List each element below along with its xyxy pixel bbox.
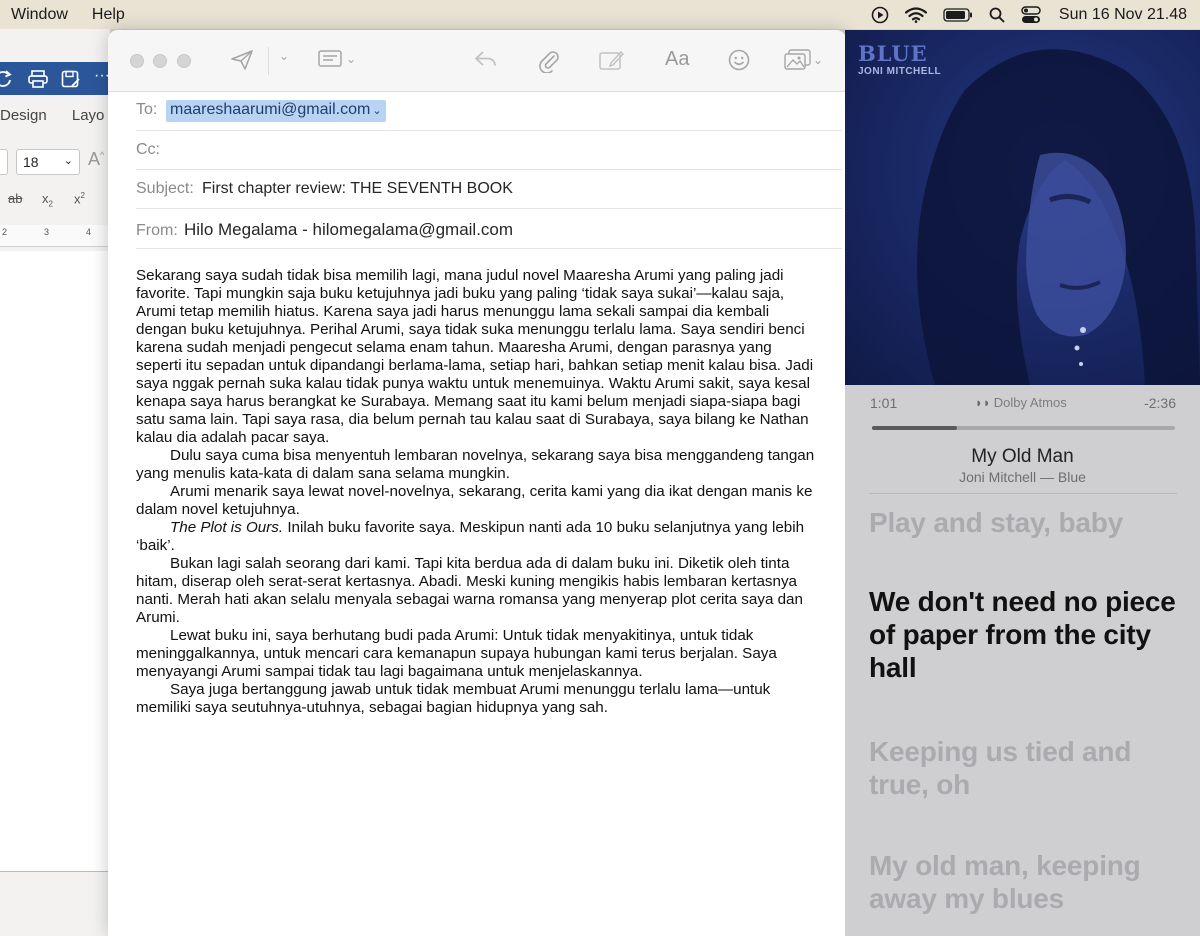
body-paragraph: Dulu saya cuma bisa menyentuh lembaran n… bbox=[136, 447, 815, 482]
save-icon[interactable] bbox=[61, 70, 81, 93]
emoji-icon[interactable] bbox=[728, 49, 750, 71]
lyric-line[interactable]: My old man, keeping away my blues bbox=[869, 849, 1179, 915]
ruler: 2 3 4 bbox=[0, 225, 110, 247]
chevron-down-icon: ⌄ bbox=[63, 155, 73, 167]
dolby-atmos-badge: ◗◗ Dolby Atmos bbox=[975, 395, 1067, 410]
font-size-value: 18 bbox=[23, 154, 39, 170]
search-icon[interactable] bbox=[989, 7, 1005, 23]
song-artist-album[interactable]: Joni Mitchell — Blue bbox=[845, 469, 1200, 485]
play-circle-icon[interactable] bbox=[871, 6, 889, 24]
menu-help[interactable]: Help bbox=[92, 6, 125, 24]
subscript-icon[interactable]: x2 bbox=[42, 191, 53, 209]
music-now-playing-panel: BLUE JONI MITCHELL 1:01 ◗◗ Dolby Atmos -2… bbox=[845, 30, 1200, 936]
to-field-row[interactable]: To: maareshaarumi@gmail.com ⌄ bbox=[136, 92, 842, 131]
strikethrough-icon[interactable]: ab bbox=[8, 191, 22, 206]
to-label: To: bbox=[136, 101, 158, 118]
menubar-clock[interactable]: Sun 16 Nov 21.48 bbox=[1059, 6, 1187, 24]
reply-icon[interactable] bbox=[474, 49, 498, 69]
lyric-line[interactable]: Play and stay, baby bbox=[869, 506, 1179, 539]
minimize-window-button[interactable] bbox=[153, 54, 167, 68]
body-paragraph: Saya juga bertanggung jawab untuk tidak … bbox=[136, 681, 771, 716]
playback-scrubber[interactable] bbox=[872, 426, 1175, 430]
album-cover-artist: JONI MITCHELL bbox=[858, 66, 942, 77]
playback-progress-fill bbox=[872, 426, 957, 430]
body-paragraph: Bukan lagi salah seorang dari kami. Tapi… bbox=[136, 555, 803, 626]
photo-browser-icon[interactable]: ⌄ bbox=[784, 49, 823, 71]
battery-icon[interactable] bbox=[943, 7, 973, 22]
ruler-mark: 4 bbox=[86, 227, 92, 237]
font-size-select[interactable]: 18 ⌄ bbox=[16, 149, 80, 175]
tab-design[interactable]: Design bbox=[0, 107, 47, 124]
chevron-down-icon[interactable]: ⌄ bbox=[279, 49, 289, 63]
recipient-address: maareshaarumi@gmail.com bbox=[170, 101, 371, 118]
document-page[interactable] bbox=[0, 251, 110, 871]
lyric-line-current[interactable]: We don't need no piece of paper from the… bbox=[869, 585, 1179, 684]
word-window: ··· Design Layo 18 ⌄ A^ ab x2 x2 2 3 4 bbox=[0, 29, 110, 936]
ruler-mark: 2 bbox=[2, 227, 8, 237]
tab-layout[interactable]: Layo bbox=[72, 107, 105, 124]
recipient-token[interactable]: maareshaarumi@gmail.com ⌄ bbox=[166, 100, 386, 122]
wifi-icon[interactable] bbox=[904, 6, 927, 23]
album-artwork[interactable]: BLUE JONI MITCHELL bbox=[845, 30, 1200, 385]
body-paragraph: The Plot is Ours. Inilah buku favorite s… bbox=[136, 519, 820, 555]
markup-icon[interactable] bbox=[599, 49, 625, 71]
font-name-select[interactable] bbox=[0, 149, 8, 175]
divider bbox=[869, 493, 1177, 494]
grow-font-icon[interactable]: A^ bbox=[88, 149, 104, 170]
body-paragraph: Arumi menarik saya lewat novel-novelnya,… bbox=[136, 483, 813, 518]
album-portrait-image bbox=[917, 49, 1200, 385]
mail-compose-window: ⌄ ⌄ Aa ⌄ To: maareshaarumi@gmail.com ⌄ Cc… bbox=[108, 30, 846, 936]
song-title[interactable]: My Old Man bbox=[845, 446, 1200, 468]
print-icon[interactable] bbox=[28, 70, 48, 93]
album-cover-title: BLUE bbox=[858, 41, 928, 66]
send-icon[interactable] bbox=[230, 49, 254, 71]
header-fields-icon[interactable]: ⌄ bbox=[318, 49, 356, 69]
chevron-down-icon[interactable]: ⌄ bbox=[372, 105, 381, 117]
format-text-icon[interactable]: Aa bbox=[665, 48, 689, 71]
book-title-emphasis: The Plot is Ours. bbox=[170, 519, 284, 536]
superscript-icon[interactable]: x2 bbox=[74, 191, 85, 206]
from-field-row[interactable]: From: Hilo Megalama - hilomegalama@gmail… bbox=[136, 209, 842, 249]
menu-bar: Window Help Sun 16 Nov 21.48 bbox=[0, 0, 1200, 29]
word-ribbon-tabs: Design Layo bbox=[0, 107, 110, 124]
close-window-button[interactable] bbox=[130, 54, 144, 68]
cc-label: Cc: bbox=[136, 141, 160, 158]
mail-toolbar: ⌄ ⌄ Aa ⌄ bbox=[108, 30, 846, 92]
page-break bbox=[0, 871, 110, 872]
elapsed-time: 1:01 bbox=[870, 395, 898, 411]
toolbar-divider bbox=[268, 47, 269, 75]
status-area: Sun 16 Nov 21.48 bbox=[855, 0, 1200, 29]
dolby-icon: ◗◗ bbox=[975, 395, 991, 410]
control-center-icon[interactable] bbox=[1021, 5, 1041, 24]
subject-label: Subject: bbox=[136, 180, 194, 197]
attachment-icon[interactable] bbox=[538, 49, 560, 73]
remaining-time: -2:36 bbox=[1144, 395, 1176, 411]
from-label: From: bbox=[136, 222, 178, 239]
subject-field-row[interactable]: Subject: First chapter review: THE SEVEN… bbox=[136, 170, 842, 209]
body-paragraph: Sekarang saya sudah tidak bisa memilih l… bbox=[136, 267, 814, 446]
dolby-atmos-label: Dolby Atmos bbox=[993, 395, 1067, 410]
menu-window[interactable]: Window bbox=[11, 6, 68, 24]
redo-icon[interactable] bbox=[0, 70, 14, 93]
from-select[interactable]: Hilo Megalama - hilomegalama@gmail.com bbox=[184, 220, 513, 240]
cc-field-row[interactable]: Cc: bbox=[136, 131, 842, 170]
subject-input[interactable]: First chapter review: THE SEVENTH BOOK bbox=[202, 180, 513, 198]
word-quick-access-bar: ··· bbox=[0, 62, 110, 95]
body-paragraph: Lewat buku ini, saya berhutang budi pada… bbox=[136, 627, 777, 680]
ruler-mark: 3 bbox=[44, 227, 50, 237]
zoom-window-button[interactable] bbox=[177, 54, 191, 68]
lyric-line[interactable]: Keeping us tied and true, oh bbox=[869, 735, 1179, 801]
message-body[interactable]: Sekarang saya sudah tidak bisa memilih l… bbox=[136, 267, 820, 717]
